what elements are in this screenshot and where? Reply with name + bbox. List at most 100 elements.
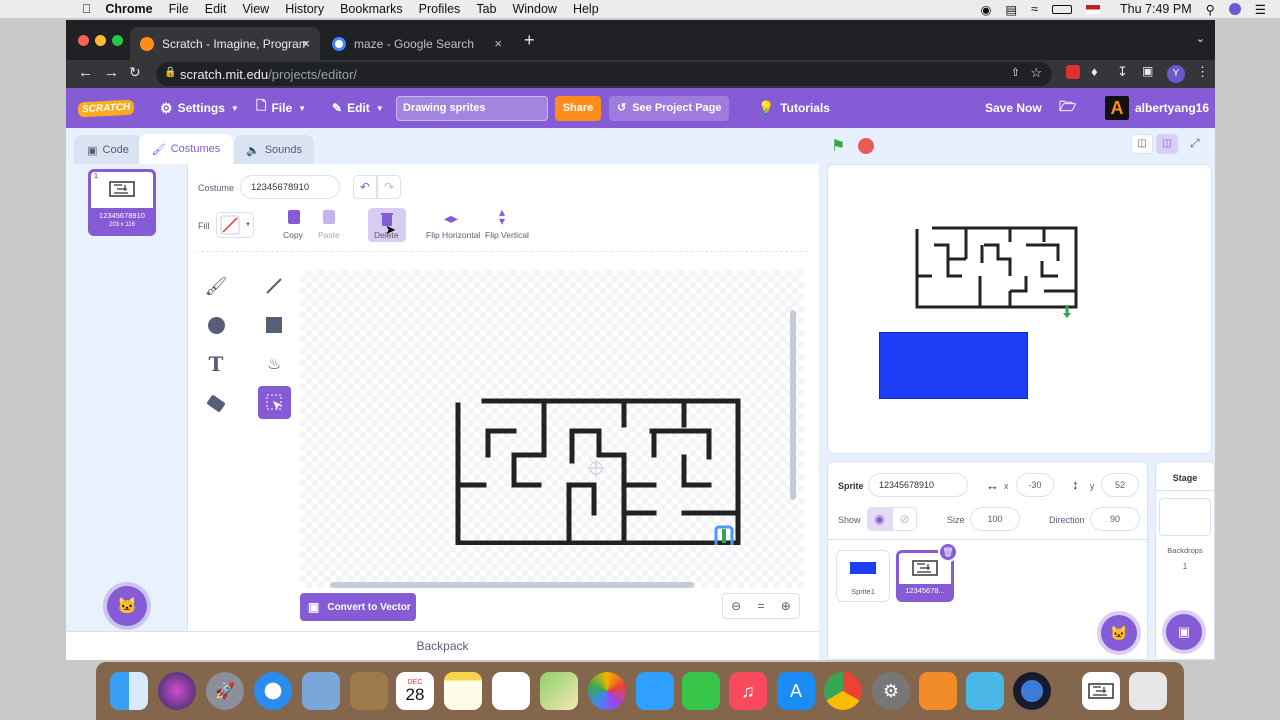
flip-vertical-button[interactable]: ▴ ▾ Flip Vertical <box>485 206 529 242</box>
extension-icon[interactable] <box>1066 65 1080 79</box>
share-button[interactable]: Share <box>555 96 601 121</box>
convert-to-vector-button[interactable]: ▣ Convert to Vector <box>300 593 416 621</box>
large-stage-button[interactable]: ◫ <box>1156 134 1178 154</box>
flip-horizontal-button[interactable]: ◂▸ Flip Horizontal <box>426 208 480 242</box>
green-flag-icon[interactable]: ⚑ <box>831 136 845 156</box>
zoom-in-icon[interactable]: ⊕ <box>781 599 791 613</box>
cast-icon[interactable]: ▤ <box>1005 2 1017 17</box>
direction-input[interactable]: 90 <box>1090 507 1140 531</box>
notes-icon[interactable] <box>444 672 482 710</box>
close-tab-icon[interactable]: × <box>494 36 502 51</box>
see-project-page-button[interactable]: ↺ See Project Page <box>609 96 729 121</box>
settings-menu[interactable]: ⚙ Settings ▼ <box>160 88 239 128</box>
select-tool[interactable] <box>258 386 291 419</box>
stage[interactable] <box>827 164 1212 454</box>
scratch-app-icon[interactable] <box>966 672 1004 710</box>
menubar-profiles[interactable]: Profiles <box>419 2 461 16</box>
menubar-bookmarks[interactable]: Bookmarks <box>340 2 403 16</box>
save-now-button[interactable]: Save Now <box>985 88 1042 128</box>
siri-icon[interactable] <box>1228 3 1241 15</box>
tab-google[interactable]: maze - Google Search × <box>322 27 512 60</box>
undo-button[interactable]: ↶ <box>353 175 377 199</box>
size-input[interactable]: 100 <box>970 507 1020 531</box>
choose-backdrop-button[interactable]: ▣ <box>1166 614 1202 650</box>
battery-icon[interactable] <box>1052 4 1073 14</box>
sidepanel-icon[interactable]: ▣ <box>1142 64 1153 78</box>
redo-button[interactable]: ↷ <box>377 175 401 199</box>
app-store-icon[interactable]: A <box>777 672 815 710</box>
new-tab-button[interactable]: + <box>524 30 535 51</box>
tab-sounds[interactable]: 🔈 Sounds <box>234 135 314 165</box>
user-avatar[interactable]: A <box>1105 96 1129 120</box>
chrome-icon[interactable] <box>824 672 862 710</box>
close-tab-icon[interactable]: × <box>302 36 310 51</box>
sprite-tile-sprite1[interactable]: Sprite1 <box>836 550 890 602</box>
tab-code[interactable]: ▣ Code <box>74 135 142 165</box>
line-tool[interactable] <box>258 270 290 302</box>
safari-icon[interactable] <box>254 672 292 710</box>
facetime-icon[interactable] <box>682 672 720 710</box>
back-arrow-icon[interactable]: ← <box>78 64 93 81</box>
costume-tile[interactable]: 1 12345678910 203 x 116 <box>88 169 156 236</box>
chrome-menu-icon[interactable]: ⋮ <box>1196 64 1209 80</box>
scratch-logo[interactable]: SCRATCH <box>77 88 135 128</box>
menubar-window[interactable]: Window <box>512 2 556 16</box>
messages-icon[interactable] <box>636 672 674 710</box>
paste-button[interactable]: Paste <box>315 208 345 242</box>
puzzle-extensions-icon[interactable]: ♦ <box>1091 64 1098 79</box>
show-visible-button[interactable]: ◉ <box>867 507 892 531</box>
launchpad-icon[interactable]: 🚀 <box>206 672 244 710</box>
backpack-bar[interactable]: Backpack <box>66 631 819 660</box>
minimize-window-button[interactable] <box>95 35 106 46</box>
my-stuff-folder-icon[interactable]: 🗁 <box>1059 88 1076 128</box>
choose-sprite-button[interactable]: 🐱 <box>1101 615 1137 651</box>
circle-tool[interactable] <box>200 309 232 341</box>
photos-icon[interactable] <box>588 672 626 710</box>
close-window-button[interactable] <box>78 35 89 46</box>
menubar-history[interactable]: History <box>285 2 324 16</box>
record-icon[interactable]: ◉ <box>980 2 991 17</box>
menubar-edit[interactable]: Edit <box>205 2 227 16</box>
eagle-app-icon[interactable] <box>302 672 340 710</box>
rectangle-tool[interactable] <box>258 309 290 341</box>
spotlight-icon[interactable]: ⚲ <box>1206 2 1215 17</box>
download-icon[interactable]: ↧ <box>1117 64 1128 80</box>
horizontal-scrollbar[interactable] <box>330 582 694 588</box>
file-menu[interactable]: 🗋 File ▼ <box>256 88 306 128</box>
tab-search-icon[interactable]: ⌄ <box>1196 32 1205 45</box>
vertical-scrollbar[interactable] <box>790 310 796 500</box>
tutorials-button[interactable]: 💡 Tutorials <box>758 88 830 128</box>
small-stage-button[interactable]: ◫ <box>1131 134 1153 154</box>
quicktime-icon[interactable] <box>1013 672 1051 710</box>
bookmark-star-icon[interactable]: ☆ <box>1030 65 1042 81</box>
menubar-tab[interactable]: Tab <box>476 2 496 16</box>
delete-sprite-button[interactable]: 🗑 <box>938 542 958 562</box>
text-tool[interactable]: T <box>200 348 232 380</box>
menubar-clock[interactable]: Thu 7:49 PM <box>1120 2 1192 16</box>
delete-button[interactable]: Delete ➤ <box>368 208 406 242</box>
system-preferences-icon[interactable]: ⚙ <box>872 672 910 710</box>
eraser-tool[interactable] <box>200 387 232 419</box>
maximize-window-button[interactable] <box>112 35 123 46</box>
paint-canvas[interactable] <box>300 270 804 588</box>
apple-icon[interactable]:  <box>82 2 91 16</box>
books-icon[interactable] <box>919 672 957 710</box>
finder-icon[interactable] <box>110 672 148 710</box>
maps-icon[interactable] <box>540 672 578 710</box>
zoom-reset-button[interactable]: = <box>757 599 764 613</box>
show-hidden-button[interactable]: ⊘ <box>892 507 917 531</box>
sprite-name-input[interactable]: 12345678910 <box>868 473 968 497</box>
tab-costumes[interactable]: 🖌 Costumes <box>139 134 233 164</box>
menubar-help[interactable]: Help <box>573 2 599 16</box>
edit-menu[interactable]: ✎ Edit ▼ <box>332 88 384 128</box>
wifi-icon[interactable]: ≈ <box>1031 2 1038 16</box>
reminders-icon[interactable] <box>492 672 530 710</box>
fullscreen-icon[interactable]: ⤢ <box>1190 136 1200 151</box>
calendar-icon[interactable]: DEC 28 <box>396 672 434 710</box>
x-input[interactable]: -30 <box>1016 473 1054 497</box>
menubar-file[interactable]: File <box>169 2 189 16</box>
siri-icon[interactable] <box>158 672 196 710</box>
share-page-icon[interactable]: ⇧ <box>1011 66 1020 79</box>
trash-icon[interactable] <box>1129 672 1167 710</box>
copy-button[interactable]: Copy <box>280 208 310 242</box>
